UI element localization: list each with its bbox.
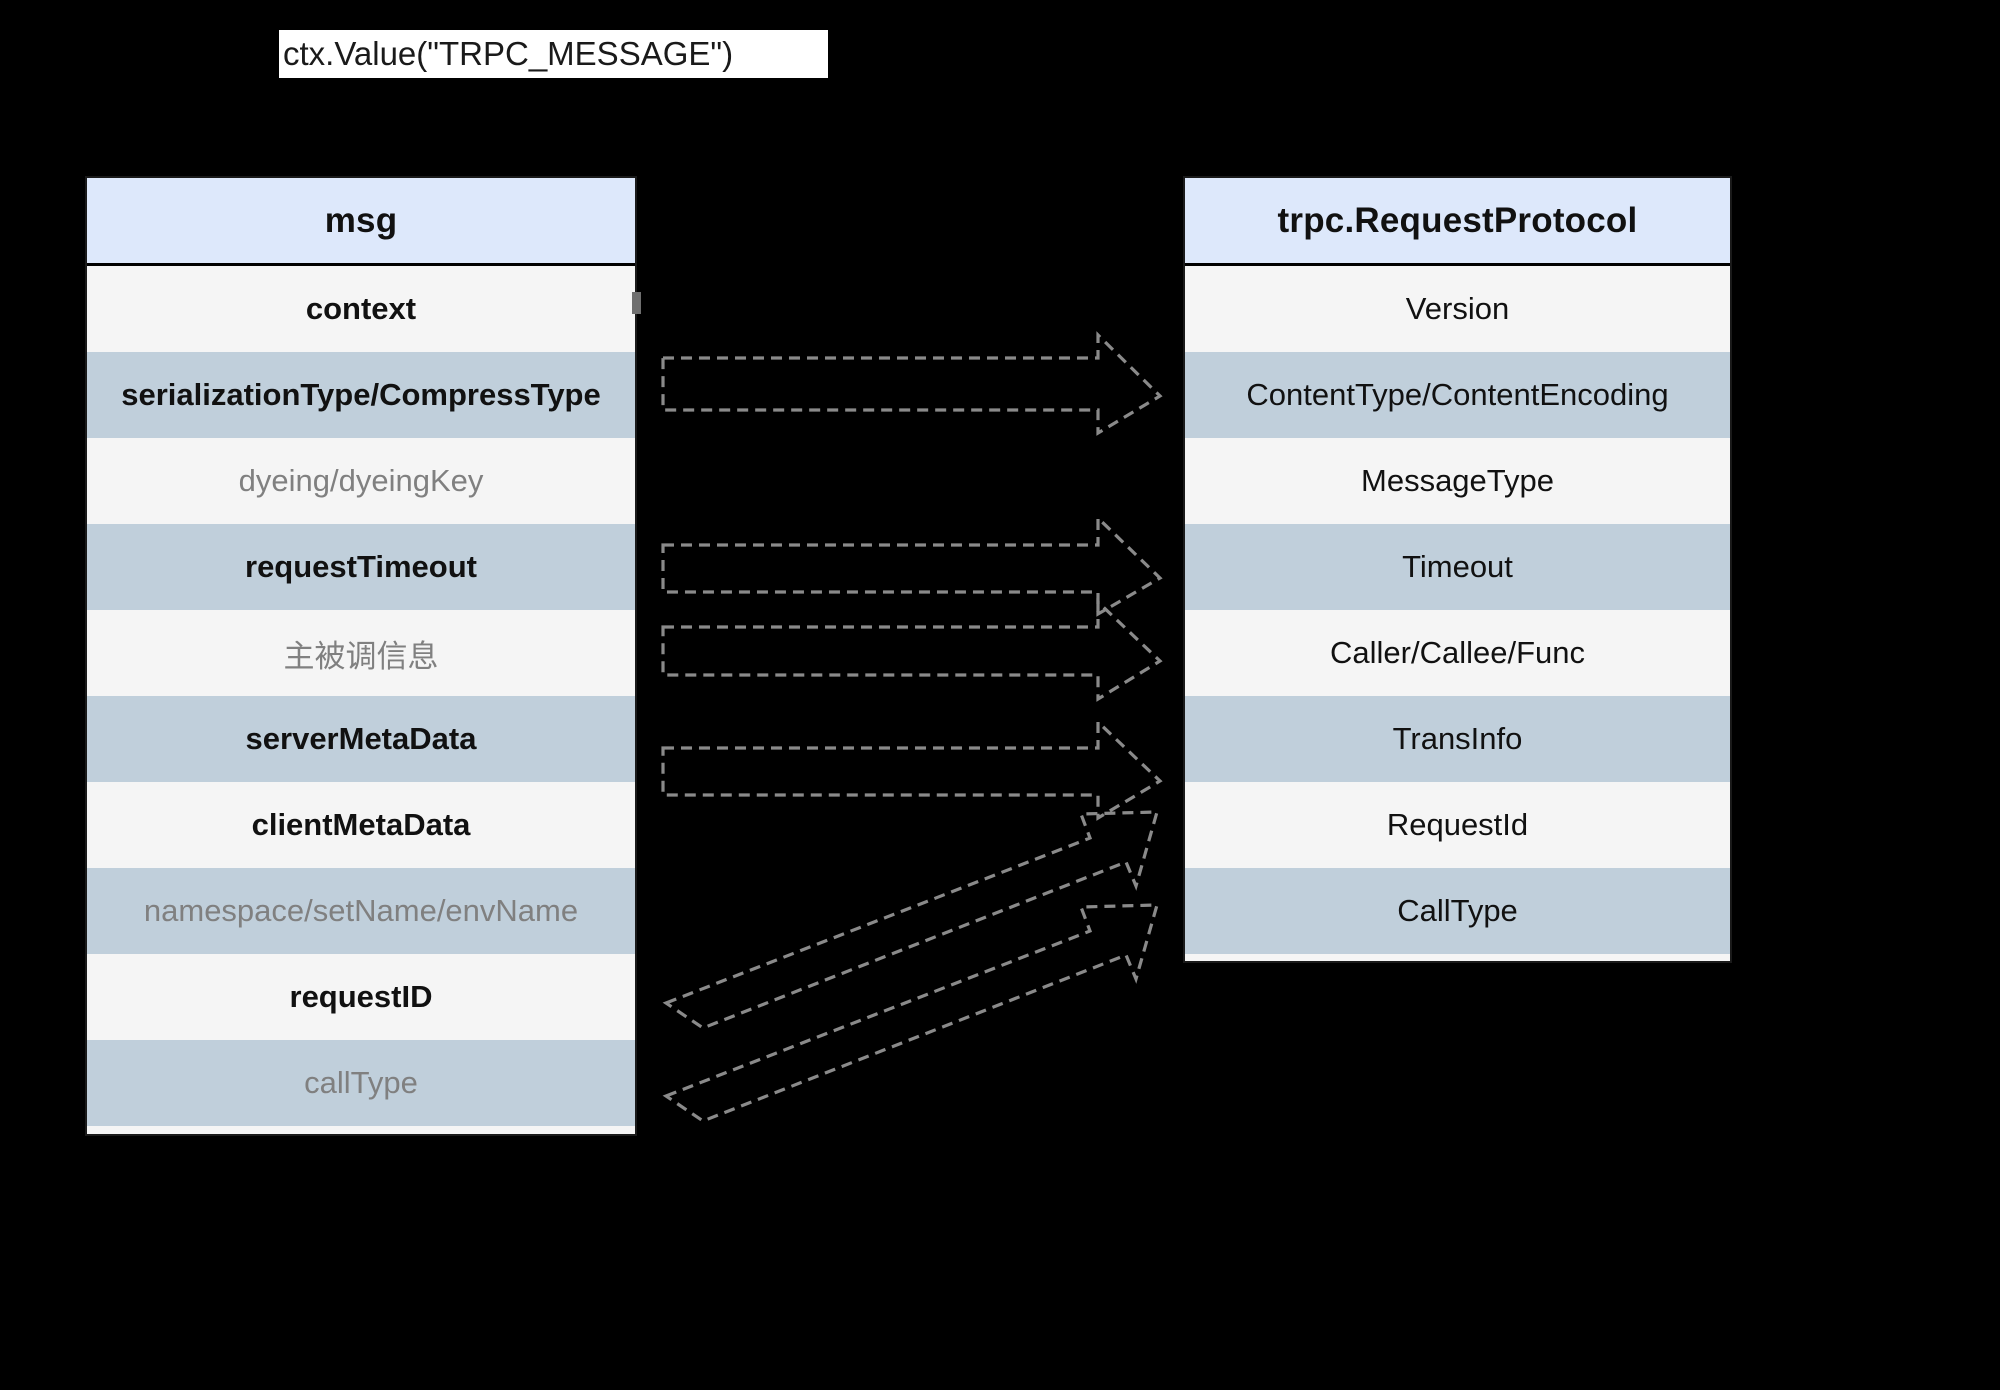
table-row: CallType — [1185, 868, 1730, 954]
request-protocol-table-title: trpc.RequestProtocol — [1185, 178, 1730, 266]
msg-field-0: context — [305, 291, 417, 326]
table-row: requestID — [87, 954, 635, 1040]
msg-field-7: namespace/setName/envName — [143, 893, 579, 928]
table-row: namespace/setName/envName — [87, 868, 635, 954]
arrow-callerinfo-to-callercallee — [661, 598, 1163, 702]
protocol-field-0: Version — [1405, 291, 1510, 326]
arrow-requestid-to-requestid — [662, 810, 1160, 1030]
table-row: TransInfo — [1185, 696, 1730, 782]
table-row: RequestId — [1185, 782, 1730, 868]
msg-field-2: dyeing/dyeingKey — [238, 463, 484, 498]
annotation-connector-line — [360, 79, 363, 176]
table-row: dyeing/dyeingKey — [87, 438, 635, 524]
table-row: context — [87, 266, 635, 352]
table-row: serializationType/CompressType — [87, 352, 635, 438]
annotation-connector-endpoint — [355, 167, 367, 176]
protocol-field-6: RequestId — [1386, 807, 1529, 842]
table-row: MessageType — [1185, 438, 1730, 524]
arrow-tail-nub — [632, 292, 641, 314]
msg-table-body: context serializationType/CompressType dye… — [87, 266, 635, 1126]
msg-table-title: msg — [87, 178, 635, 266]
table-row: 主被调信息 — [87, 610, 635, 696]
msg-field-5: serverMetaData — [245, 721, 477, 756]
arrow-requesttimeout-to-timeout — [661, 514, 1163, 617]
msg-field-4: 主被调信息 — [283, 638, 439, 674]
msg-field-3: requestTimeout — [245, 549, 477, 584]
msg-field-1: serializationType/CompressType — [121, 377, 601, 412]
request-protocol-table: trpc.RequestProtocol Version ContentType/… — [1183, 176, 1732, 963]
protocol-field-7: CallType — [1397, 893, 1518, 928]
table-row: Version — [1185, 266, 1730, 352]
ctx-value-annotation: ctx.Value("TRPC_MESSAGE") — [277, 28, 830, 80]
arrow-metadata-to-transinfo — [661, 718, 1163, 821]
protocol-field-5: TransInfo — [1392, 721, 1523, 756]
msg-field-9: callType — [304, 1065, 418, 1100]
msg-field-8: requestID — [289, 979, 433, 1014]
protocol-field-1: ContentType/ContentEncoding — [1246, 377, 1669, 412]
table-row: callType — [87, 1040, 635, 1126]
table-row: ContentType/ContentEncoding — [1185, 352, 1730, 438]
protocol-field-4: Caller/Callee/Func — [1330, 635, 1585, 670]
table-row: Timeout — [1185, 524, 1730, 610]
arrow-serialization-to-contenttype — [661, 331, 1163, 436]
protocol-field-3: Timeout — [1402, 549, 1513, 584]
table-row: requestTimeout — [87, 524, 635, 610]
arrow-calltype-to-calltype — [662, 903, 1160, 1123]
msg-field-6: clientMetaData — [251, 807, 471, 842]
msg-table: msg context serializationType/CompressTyp… — [85, 176, 637, 1136]
request-protocol-table-body: Version ContentType/ContentEncoding Messag… — [1185, 266, 1730, 954]
table-row: clientMetaData — [87, 782, 635, 868]
table-row: serverMetaData — [87, 696, 635, 782]
table-row: Caller/Callee/Func — [1185, 610, 1730, 696]
diagram-canvas: ctx.Value("TRPC_MESSAGE") msg context ser… — [0, 0, 2000, 1390]
protocol-field-2: MessageType — [1361, 463, 1554, 498]
